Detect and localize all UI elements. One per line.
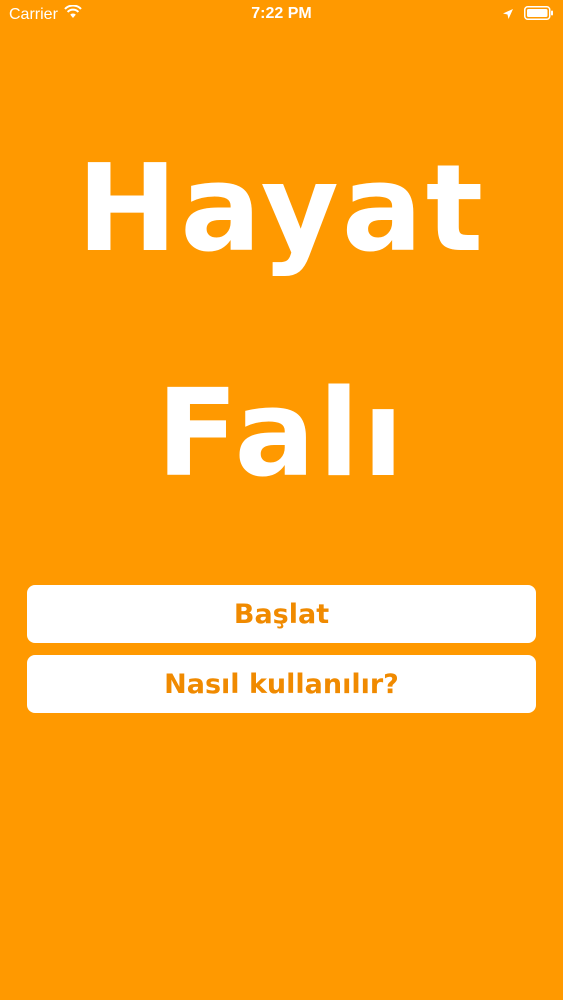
status-time: 7:22 PM [251,5,312,22]
how-to-use-button-label: Nasıl kullanılır? [164,668,399,700]
location-icon [502,7,514,25]
app-title-line-2: Falı [156,365,407,504]
battery-icon [524,6,554,25]
status-right [502,6,554,25]
app-title-line-1: Hayat [76,140,487,279]
start-button-label: Başlat [233,598,330,630]
status-bar: Carrier 7:22 PM [0,0,563,30]
how-to-use-button[interactable]: Nasıl kullanılır? [27,655,536,713]
start-button[interactable]: Başlat [27,585,536,643]
